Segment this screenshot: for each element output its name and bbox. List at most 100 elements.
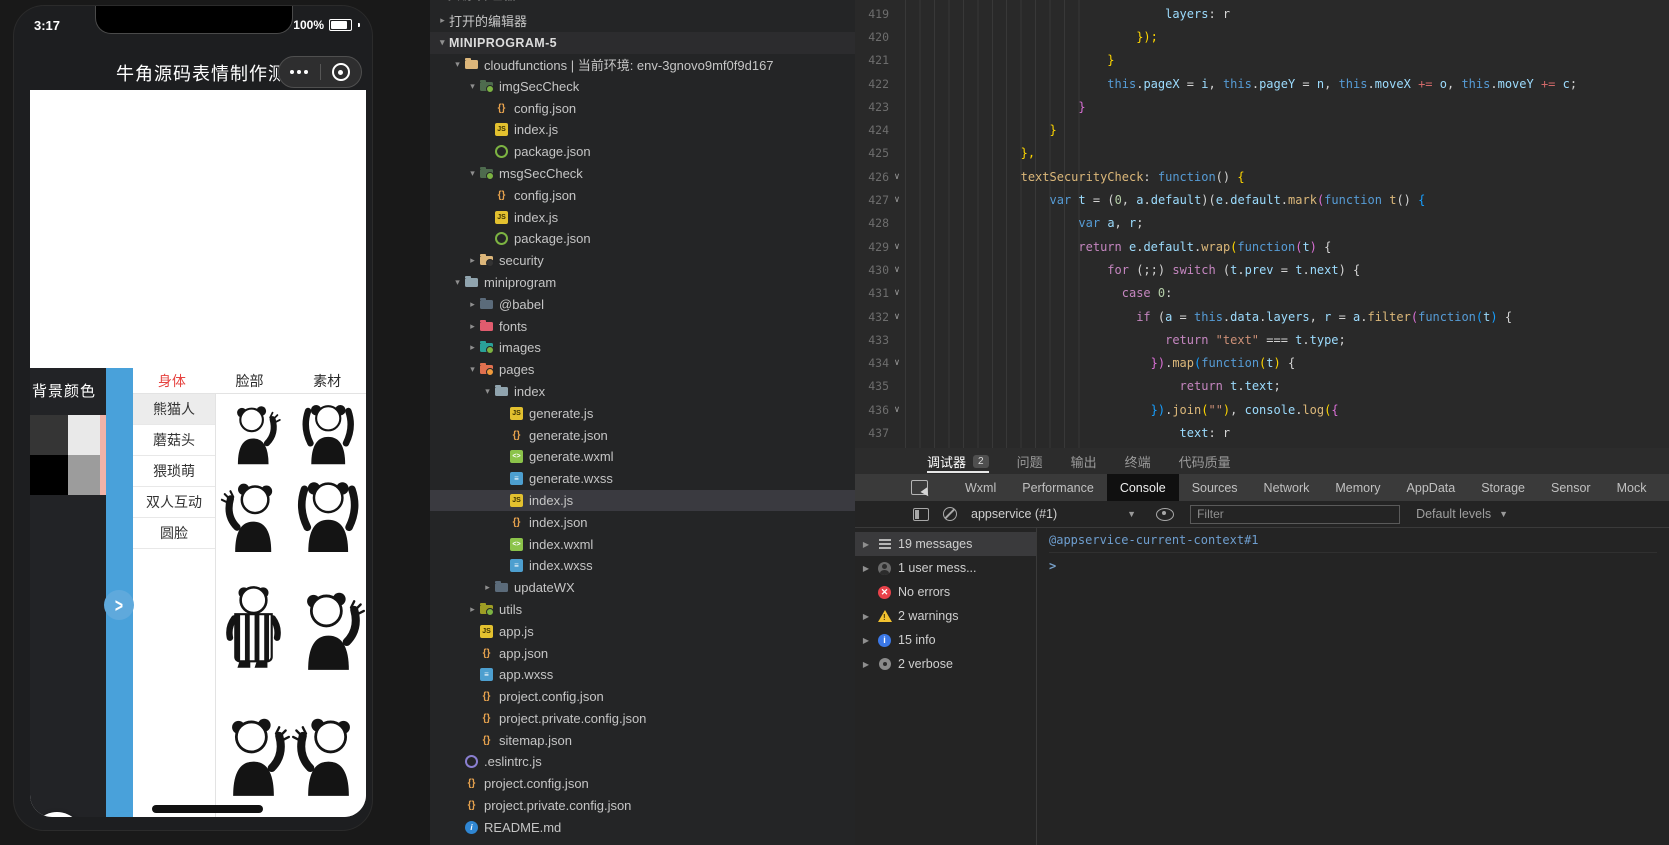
folder-cloudfunctions[interactable]: ▾ cloudfunctions | 当前环境: env-3gnovo9mf0f9… bbox=[430, 54, 855, 76]
clear-console-icon[interactable] bbox=[943, 507, 957, 521]
console-filter-info[interactable]: ▶ i 15 info bbox=[855, 628, 1036, 652]
sticker-panda[interactable] bbox=[291, 558, 366, 695]
folder-updateWX[interactable]: ▸ updateWX bbox=[430, 577, 855, 599]
category-item[interactable]: 猥琐萌 bbox=[133, 456, 215, 487]
folder-pages[interactable]: ▾ pages bbox=[430, 359, 855, 381]
sticker-panda[interactable] bbox=[291, 470, 366, 558]
file-index.wxss[interactable]: ≡ index.wxss bbox=[430, 555, 855, 577]
sidebar-toggle-icon[interactable] bbox=[913, 507, 929, 521]
file-generate.js[interactable]: JS generate.js bbox=[430, 402, 855, 424]
folder-images[interactable]: ▸ images bbox=[430, 337, 855, 359]
code-editor[interactable]: 419 layers: r 420 }); 421 } 422 this.pageX … bbox=[855, 0, 1669, 448]
file-index.js[interactable]: JS index.js bbox=[430, 489, 855, 512]
fold-chevron-icon[interactable]: ∨ bbox=[889, 312, 905, 322]
file-sitemap.json[interactable]: {} sitemap.json bbox=[430, 729, 855, 751]
devtools-tab-appdata[interactable]: AppData bbox=[1394, 474, 1469, 501]
category-item[interactable]: 熊猫人 bbox=[133, 394, 215, 425]
fold-chevron-icon[interactable]: ∨ bbox=[889, 358, 905, 368]
file-project.config.json[interactable]: {} project.config.json bbox=[430, 773, 855, 795]
log-levels-select[interactable]: Default levels ▼ bbox=[1416, 507, 1508, 521]
debug-tab-终端[interactable]: 终端 bbox=[1125, 448, 1151, 474]
console-prompt[interactable]: > bbox=[1049, 559, 1669, 573]
devtools-tab-storage[interactable]: Storage bbox=[1468, 474, 1538, 501]
inspect-element-icon[interactable] bbox=[911, 480, 932, 499]
file-project.private.config.json[interactable]: {} project.private.config.json bbox=[430, 795, 855, 817]
console-context-link[interactable]: @appservice-current-context#1 bbox=[1049, 533, 1657, 553]
folder-security[interactable]: ▸ security bbox=[430, 250, 855, 272]
tab-身体[interactable]: 身体 bbox=[133, 368, 211, 393]
file-index.js[interactable]: JS index.js bbox=[430, 206, 855, 228]
debug-tab-代码质量[interactable]: 代码质量 bbox=[1179, 448, 1231, 474]
sticker-panda[interactable] bbox=[291, 394, 366, 470]
console-output[interactable]: @appservice-current-context#1 > bbox=[1037, 527, 1669, 845]
tab-脸部[interactable]: 脸部 bbox=[211, 368, 289, 393]
debug-tab-调试器[interactable]: 调试器 2 bbox=[927, 448, 989, 474]
more-menu-button[interactable] bbox=[279, 57, 320, 87]
debug-tab-输出[interactable]: 输出 bbox=[1071, 448, 1097, 474]
file-config.json[interactable]: {} config.json bbox=[430, 184, 855, 206]
folder-miniprogram[interactable]: ▾ miniprogram bbox=[430, 272, 855, 294]
file-index.wxml[interactable]: <> index.wxml bbox=[430, 533, 855, 555]
devtools-tab-console[interactable]: Console bbox=[1106, 474, 1179, 501]
filter-input[interactable] bbox=[1190, 504, 1401, 524]
file-index.json[interactable]: {} index.json bbox=[430, 511, 855, 533]
category-item[interactable]: 圆脸 bbox=[133, 518, 215, 549]
file-generate.json[interactable]: {} generate.json bbox=[430, 424, 855, 446]
file-generate.wxss[interactable]: ≡ generate.wxss bbox=[430, 468, 855, 490]
live-expression-icon[interactable] bbox=[1156, 507, 1175, 521]
sticker-panda[interactable] bbox=[291, 695, 366, 811]
debug-tab-问题[interactable]: 问题 bbox=[1017, 448, 1043, 474]
file-package.json[interactable]: package.json bbox=[430, 141, 855, 163]
console-filter-warn[interactable]: ▶! 2 warnings bbox=[855, 604, 1036, 628]
drawer-knob[interactable]: > bbox=[104, 590, 134, 620]
color-swatch[interactable] bbox=[30, 455, 68, 495]
fold-chevron-icon[interactable]: ∨ bbox=[889, 195, 905, 205]
file-app.js[interactable]: JS app.js bbox=[430, 620, 855, 642]
open-editors-section[interactable]: ▸ 打开的编辑器 bbox=[430, 10, 855, 32]
folder-utils[interactable]: ▸ utils bbox=[430, 599, 855, 621]
fold-chevron-icon[interactable]: ∨ bbox=[889, 265, 905, 275]
folder-index[interactable]: ▾ index bbox=[430, 381, 855, 403]
devtools-tab-sensor[interactable]: Sensor bbox=[1538, 474, 1604, 501]
project-root[interactable]: ▾ MINIPROGRAM-5 bbox=[430, 31, 855, 54]
file-config.json[interactable]: {} config.json bbox=[430, 97, 855, 119]
fold-chevron-icon[interactable]: ∨ bbox=[889, 242, 905, 252]
console-filter-verb[interactable]: ▶ 2 verbose bbox=[855, 652, 1036, 676]
category-item[interactable]: 蘑菇头 bbox=[133, 425, 215, 456]
fold-chevron-icon[interactable]: ∨ bbox=[889, 172, 905, 182]
category-item[interactable]: 双人互动 bbox=[133, 487, 215, 518]
close-minimize-button[interactable] bbox=[321, 57, 362, 87]
fold-chevron-icon[interactable]: ∨ bbox=[889, 288, 905, 298]
console-filter-msgs[interactable]: ▶ 19 messages bbox=[855, 532, 1036, 556]
devtools-tab-network[interactable]: Network bbox=[1251, 474, 1323, 501]
sticker-panda[interactable] bbox=[216, 695, 291, 811]
folder-msgSecCheck[interactable]: ▾ msgSecCheck bbox=[430, 163, 855, 185]
file-index.js[interactable]: JS index.js bbox=[430, 119, 855, 141]
file-project.private.config.json[interactable]: {} project.private.config.json bbox=[430, 708, 855, 730]
file-app.json[interactable]: {} app.json bbox=[430, 642, 855, 664]
folder-fonts[interactable]: ▸ fonts bbox=[430, 315, 855, 337]
sticker-panda[interactable] bbox=[216, 558, 291, 695]
file-app.wxss[interactable]: ≡ app.wxss bbox=[430, 664, 855, 686]
devtools-tab-performance[interactable]: Performance bbox=[1009, 474, 1107, 501]
color-swatch[interactable] bbox=[30, 415, 68, 455]
folder-@babel[interactable]: ▸ @babel bbox=[430, 293, 855, 315]
context-select[interactable]: appservice (#1) ▼ bbox=[971, 507, 1136, 521]
file-README.md[interactable]: i README.md bbox=[430, 816, 855, 838]
file-.eslintrc.js[interactable]: .eslintrc.js bbox=[430, 751, 855, 773]
devtools-tab-memory[interactable]: Memory bbox=[1322, 474, 1393, 501]
drawer-handle-bar[interactable]: > bbox=[104, 368, 134, 817]
add-image-button[interactable]: 添加图片 bbox=[31, 812, 83, 817]
file-package.json[interactable]: package.json bbox=[430, 228, 855, 250]
file-project.config.json[interactable]: {} project.config.json bbox=[430, 686, 855, 708]
fold-chevron-icon[interactable]: ∨ bbox=[889, 405, 905, 415]
devtools-tab-wxml[interactable]: Wxml bbox=[952, 474, 1009, 501]
devtools-tab-audits[interactable]: Audits bbox=[1659, 474, 1669, 501]
file-generate.wxml[interactable]: <> generate.wxml bbox=[430, 446, 855, 468]
sticker-panda[interactable] bbox=[216, 394, 291, 470]
tab-素材[interactable]: 素材 bbox=[288, 368, 366, 393]
devtools-tab-mock[interactable]: Mock bbox=[1604, 474, 1660, 501]
folder-imgSecCheck[interactable]: ▾ imgSecCheck bbox=[430, 75, 855, 97]
sticker-panda[interactable] bbox=[216, 470, 291, 558]
console-filter-err[interactable]: ✕ No errors bbox=[855, 580, 1036, 604]
